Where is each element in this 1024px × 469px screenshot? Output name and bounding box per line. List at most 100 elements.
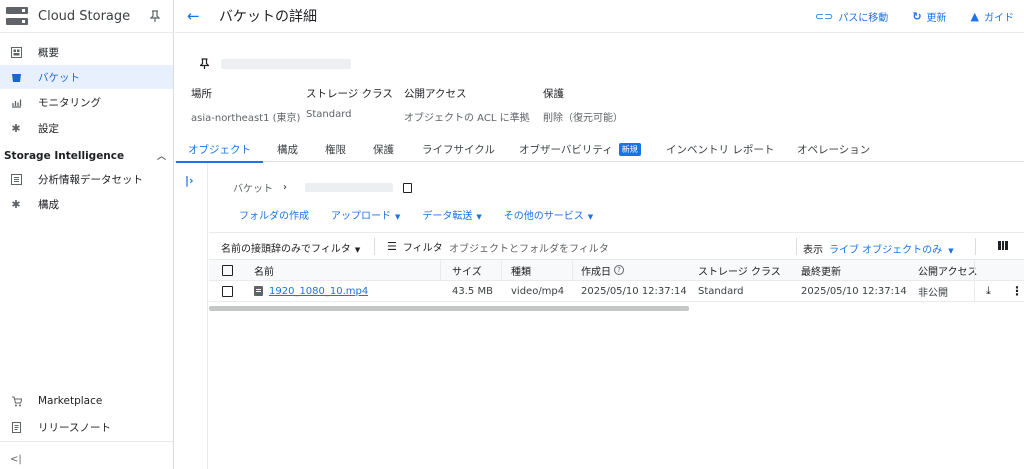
header-actions: ⊂⊃ パスに移動 ↻ 更新 ▲ ガイド: [815, 0, 1014, 33]
tab-bar: オブジェクト 構成 権限 保護 ライフサイクル オブザーバビリティ 新規 インベン…: [175, 137, 1024, 163]
bucket-name-redacted: [221, 58, 351, 69]
row-checkbox[interactable]: [222, 281, 233, 301]
sidebar: Cloud Storage 概要 バケット モニタリング ✱ 設定 Storag…: [0, 0, 174, 469]
divider: [975, 238, 976, 255]
tab-lifecycle[interactable]: ライフサイクル: [422, 137, 495, 162]
column-header-name[interactable]: 名前: [254, 260, 274, 280]
tab-label: 権限: [325, 144, 346, 156]
sidebar-item-buckets[interactable]: バケット: [0, 65, 173, 89]
tab-configuration[interactable]: 構成: [277, 137, 298, 162]
tab-observability[interactable]: オブザーバビリティ 新規: [519, 137, 641, 162]
column-header-last-modified[interactable]: 最終更新: [801, 260, 841, 280]
dashboard-icon: [10, 46, 22, 58]
go-to-path-button[interactable]: ⊂⊃ パスに移動: [815, 9, 888, 24]
filter-button[interactable]: ☰ フィルタ: [387, 239, 443, 254]
cloud-storage-logo-icon: [6, 7, 28, 25]
filter-icon: ☰: [387, 240, 397, 253]
pin-icon[interactable]: [150, 10, 160, 22]
row-created: 2025/05/10 12:37:14: [581, 285, 687, 297]
column-divider: [501, 260, 502, 280]
dropdown-arrow-icon: ▼: [395, 213, 401, 221]
tab-inventory-reports[interactable]: インベントリ レポート: [666, 137, 774, 162]
breadcrumb: バケット ›: [233, 180, 412, 195]
dropdown-arrow-icon: ▼: [476, 213, 482, 221]
divider: [374, 238, 375, 255]
column-header-storage-class[interactable]: ストレージ クラス: [698, 260, 781, 280]
show-selector[interactable]: 表示 ライブ オブジェクトのみ ▼: [803, 241, 954, 256]
sidebar-item-label: 設定: [38, 122, 59, 135]
filter-input[interactable]: オブジェクトとフォルダをフィルタ: [449, 240, 609, 255]
divider: [0, 441, 173, 442]
column-header-label: 作成日: [581, 266, 611, 278]
tab-protection[interactable]: 保護: [373, 137, 394, 162]
copy-icon[interactable]: [403, 182, 412, 193]
column-display-icon[interactable]: [998, 241, 1009, 250]
monitoring-icon: [10, 96, 22, 108]
file-icon: [254, 286, 263, 296]
section-storage-intelligence[interactable]: Storage Intelligence ︿: [4, 149, 166, 163]
sidebar-item-marketplace[interactable]: Marketplace: [0, 389, 173, 413]
row-type: video/mp4: [511, 285, 565, 297]
tab-objects[interactable]: オブジェクト: [176, 137, 263, 163]
sidebar-item-release-notes[interactable]: リリースノート: [0, 415, 173, 439]
column-header-type[interactable]: 種類: [511, 260, 531, 280]
tab-permissions[interactable]: 権限: [325, 137, 346, 162]
sidebar-item-monitoring[interactable]: モニタリング: [0, 90, 173, 114]
column-header-created[interactable]: 作成日?: [581, 260, 624, 280]
download-icon[interactable]: ⤓: [986, 281, 991, 301]
select-all-checkbox[interactable]: [222, 260, 233, 280]
meta-protection: 保護 削除（復元可能）: [543, 86, 623, 124]
transfer-data-button[interactable]: データ転送 ▼: [422, 207, 481, 222]
meta-public-access: 公開アクセス オブジェクトの ACL に準拠: [404, 86, 530, 124]
tab-operations[interactable]: オペレーション: [797, 137, 870, 162]
tab-label: ライフサイクル: [422, 144, 495, 156]
row-name: 1920_1080_10.mp4: [254, 281, 368, 301]
marketplace-icon: [10, 395, 22, 407]
sidebar-item-configuration[interactable]: ✱ 構成: [0, 192, 173, 216]
object-actions: フォルダの作成 アップロード ▼ データ転送 ▼ その他のサービス ▼: [239, 207, 593, 222]
more-vert-icon[interactable]: ⋮: [1011, 281, 1023, 301]
action-label: アップロード: [331, 211, 391, 222]
sidebar-item-label: Marketplace: [38, 395, 103, 407]
guide-button[interactable]: ▲ ガイド: [971, 9, 1014, 24]
action-label: データ転送: [422, 211, 473, 222]
table-row[interactable]: 1920_1080_10.mp4 43.5 MB video/mp4 2025/…: [209, 281, 1024, 302]
horizontal-scrollbar[interactable]: [209, 306, 689, 311]
meta-value: 削除（復元可能）: [543, 113, 623, 124]
create-folder-button[interactable]: フォルダの作成: [239, 207, 309, 222]
sidebar-item-label: バケット: [38, 71, 80, 84]
filter-bar: 名前の接頭辞のみでフィルタ ▼ ☰ フィルタ オブジェクトとフォルダをフィルタ 表示…: [209, 232, 1024, 259]
collapse-sidebar-icon[interactable]: <|: [10, 454, 22, 465]
column-header-size[interactable]: サイズ: [452, 260, 482, 280]
bucket-name-redacted: [305, 183, 393, 192]
refresh-button[interactable]: ↻ 更新: [912, 9, 946, 24]
section-title: Storage Intelligence: [4, 149, 125, 162]
upload-button[interactable]: アップロード ▼: [331, 207, 400, 222]
product-title: Cloud Storage: [38, 8, 131, 24]
pin-icon[interactable]: [200, 58, 209, 69]
sidebar-item-overview[interactable]: 概要: [0, 40, 173, 64]
row-public-access: 非公開: [918, 287, 948, 299]
prefix-filter-dropdown[interactable]: 名前の接頭辞のみでフィルタ ▼: [221, 240, 360, 255]
help-icon[interactable]: ?: [614, 265, 624, 275]
school-icon: ▲: [970, 10, 979, 23]
bucket-name-row: [200, 58, 351, 69]
column-divider: [974, 281, 975, 301]
sidebar-item-label: 分析情報データセット: [38, 173, 143, 186]
back-arrow-icon[interactable]: ←: [187, 9, 201, 24]
row-last-modified: 2025/05/10 12:37:14: [801, 285, 907, 297]
file-link[interactable]: 1920_1080_10.mp4: [269, 286, 368, 297]
expand-panel-icon[interactable]: |›: [185, 174, 194, 187]
column-header-public-access[interactable]: 公開アクセス: [918, 260, 978, 280]
link-icon: ⊂⊃: [814, 10, 834, 23]
sidebar-item-insights-datasets[interactable]: 分析情報データセット: [0, 167, 173, 191]
other-services-button[interactable]: その他のサービス ▼: [504, 207, 593, 222]
table-header: 名前 サイズ 種類 作成日? ストレージ クラス 最終更新 公開アクセス: [209, 259, 1024, 281]
column-divider: [440, 260, 441, 280]
sidebar-item-label: 構成: [38, 198, 59, 211]
dropdown-arrow-icon: ▼: [354, 246, 361, 254]
tab-label: オブジェクト: [188, 144, 251, 156]
breadcrumb-root[interactable]: バケット: [233, 180, 273, 195]
filter-label: フィルタ: [402, 243, 443, 254]
sidebar-item-settings[interactable]: ✱ 設定: [0, 116, 173, 140]
